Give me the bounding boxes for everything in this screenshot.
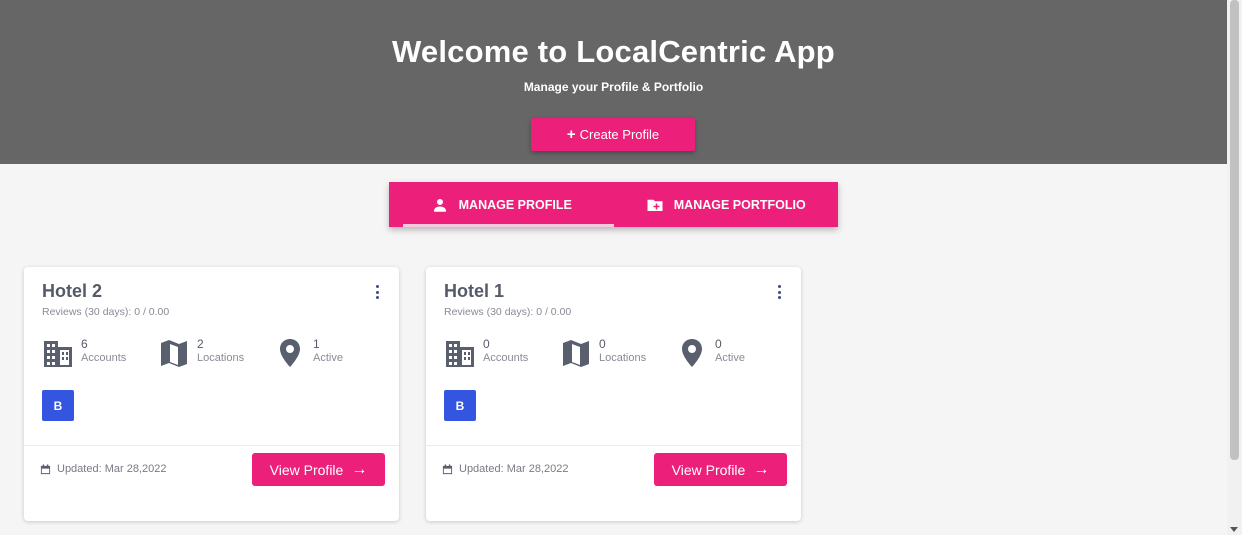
stat-active: 1 Active xyxy=(274,337,390,369)
view-profile-label: View Profile xyxy=(269,461,344,478)
tab-manage-portfolio-label: MANAGE PORTFOLIO xyxy=(673,197,806,212)
card-title: Hotel 2 xyxy=(42,281,103,301)
map-icon xyxy=(563,340,589,367)
page-subtitle: Manage your Profile & Portfolio xyxy=(523,80,704,94)
profile-card: Hotel 1 Reviews (30 days): 0 / 0.00 0 Acc… xyxy=(426,267,801,521)
stat-value: 0 xyxy=(715,337,722,351)
view-profile-label: View Profile xyxy=(671,461,746,478)
arrow-right-icon: → xyxy=(753,460,770,478)
folder-plus-icon xyxy=(647,199,663,211)
stat-value: 1 xyxy=(313,337,320,351)
stat-value: 2 xyxy=(197,337,204,351)
tab-manage-profile-label: MANAGE PROFILE xyxy=(458,197,572,212)
more-vert-icon[interactable] xyxy=(371,283,383,301)
building-icon xyxy=(446,341,474,367)
stat-accounts: 6 Accounts xyxy=(42,337,158,369)
updated-date: Updated: Mar 28,2022 xyxy=(57,463,167,475)
view-profile-button[interactable]: View Profile → xyxy=(654,453,787,486)
stat-locations: 0 Locations xyxy=(560,337,676,369)
stat-label: Active xyxy=(313,352,343,364)
profile-card: Hotel 2 Reviews (30 days): 0 / 0.00 6 Acc… xyxy=(24,267,399,521)
card-title: Hotel 1 xyxy=(444,281,505,301)
map-icon xyxy=(161,340,187,367)
card-updated: Updated: Mar 28,2022 xyxy=(40,463,166,475)
more-vert-icon[interactable] xyxy=(773,283,785,301)
tab-manage-portfolio[interactable]: MANAGE PORTFOLIO xyxy=(614,182,839,227)
account-badge[interactable]: B xyxy=(42,390,74,421)
calendar-icon xyxy=(40,463,51,474)
stat-label: Accounts xyxy=(81,352,127,364)
stat-value: 6 xyxy=(81,337,88,351)
create-profile-label: Create Profile xyxy=(579,127,660,142)
stat-locations: 2 Locations xyxy=(158,337,274,369)
profile-tabs: MANAGE PROFILE MANAGE PORTFOLIO xyxy=(389,182,838,227)
scroll-down-arrow-icon[interactable] xyxy=(1230,527,1238,532)
stat-label: Locations xyxy=(197,352,245,364)
updated-date: Updated: Mar 28,2022 xyxy=(459,463,569,475)
card-divider xyxy=(426,445,801,446)
arrow-right-icon: → xyxy=(351,460,368,478)
card-stats: 0 Accounts 0 Locations 0 Active xyxy=(444,337,792,369)
stat-label: Active xyxy=(715,352,745,364)
stat-label: Accounts xyxy=(483,352,529,364)
stat-label: Locations xyxy=(599,352,647,364)
account-badge[interactable]: B xyxy=(444,390,476,421)
stat-accounts: 0 Accounts xyxy=(444,337,560,369)
card-stats: 6 Accounts 2 Locations 1 Active xyxy=(42,337,390,369)
location-pin-icon xyxy=(280,339,300,367)
card-divider xyxy=(24,445,399,446)
scrollbar[interactable] xyxy=(1227,0,1242,535)
calendar-icon xyxy=(442,463,453,474)
stat-value: 0 xyxy=(599,337,606,351)
building-icon xyxy=(44,341,72,367)
hero-header: Welcome to LocalCentric App Manage your … xyxy=(0,0,1227,164)
stat-value: 0 xyxy=(483,337,490,351)
page-title: Welcome to LocalCentric App xyxy=(392,34,835,69)
card-reviews: Reviews (30 days): 0 / 0.00 xyxy=(42,306,170,318)
plus-icon: + xyxy=(566,126,576,143)
tab-manage-profile[interactable]: MANAGE PROFILE xyxy=(389,182,614,227)
stat-active: 0 Active xyxy=(676,337,792,369)
card-updated: Updated: Mar 28,2022 xyxy=(442,463,568,475)
person-icon xyxy=(433,198,446,212)
scrollbar-thumb[interactable] xyxy=(1230,0,1239,460)
location-pin-icon xyxy=(682,339,702,367)
card-reviews: Reviews (30 days): 0 / 0.00 xyxy=(444,306,572,318)
create-profile-button[interactable]: + Create Profile xyxy=(531,118,695,151)
view-profile-button[interactable]: View Profile → xyxy=(252,453,385,486)
